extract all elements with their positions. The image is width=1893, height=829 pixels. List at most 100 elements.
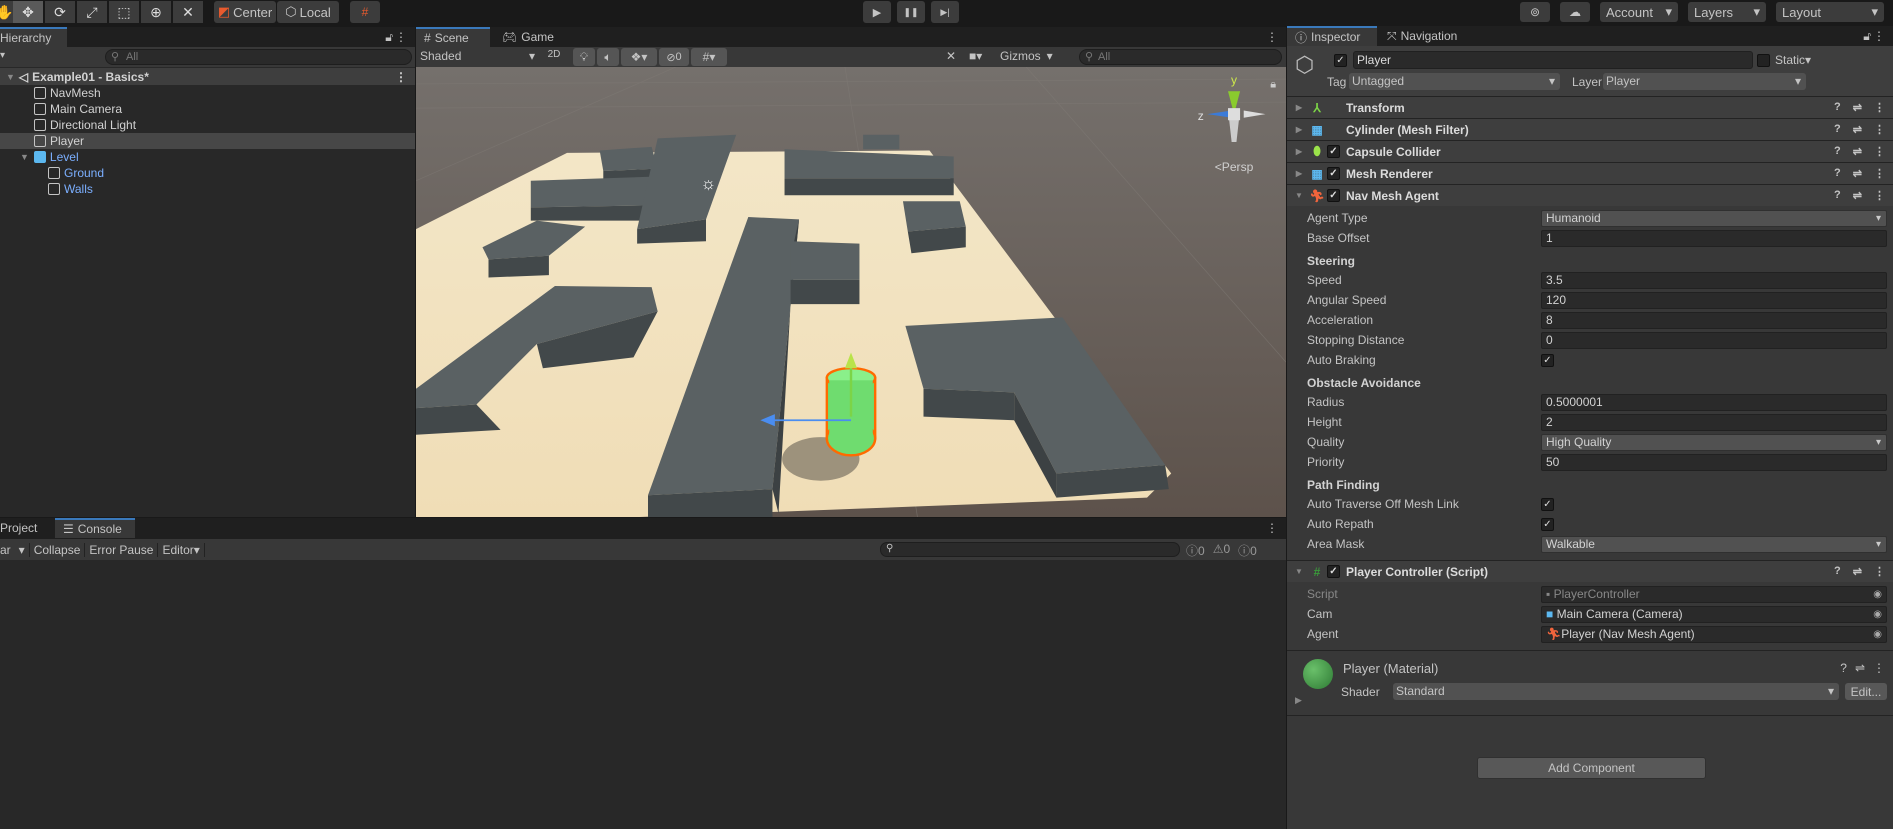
expand-arrow-icon[interactable]: ▶ bbox=[1295, 695, 1302, 706]
presets-icon[interactable]: ⇌ bbox=[1853, 145, 1862, 158]
help-icon[interactable]: ? bbox=[1834, 167, 1841, 180]
enabled-checkbox[interactable]: ✓ bbox=[1327, 565, 1340, 578]
tag-dropdown[interactable]: Untagged ▾ bbox=[1349, 73, 1560, 90]
gameobject-icon[interactable]: ⬡ bbox=[1295, 52, 1314, 78]
angular-speed-input[interactable]: 120 bbox=[1541, 291, 1887, 309]
expand-arrow-icon[interactable]: ▶ bbox=[1291, 125, 1307, 134]
lighting-icon[interactable]: 💡︎ bbox=[573, 48, 595, 66]
move-tool-icon[interactable]: ✥ bbox=[13, 1, 43, 23]
editor-dropdown[interactable]: Editor▾ bbox=[158, 542, 205, 557]
help-icon[interactable]: ? bbox=[1840, 661, 1847, 675]
base-offset-input[interactable]: 1 bbox=[1541, 229, 1887, 247]
more-icon[interactable]: ⋮ bbox=[1874, 101, 1885, 114]
add-component-button[interactable]: Add Component bbox=[1477, 757, 1706, 779]
more-icon[interactable]: ⋮ bbox=[1873, 29, 1885, 43]
rect-tool-icon[interactable]: ⬚ bbox=[109, 1, 139, 23]
play-button[interactable]: ▶ bbox=[863, 1, 891, 23]
pause-button[interactable]: ❚❚ bbox=[897, 1, 925, 23]
edit-shader-button[interactable]: Edit... bbox=[1845, 683, 1887, 700]
more-icon[interactable]: ⋮ bbox=[1874, 189, 1885, 202]
audio-icon[interactable]: 🔈︎ bbox=[597, 48, 619, 66]
grid-snap-icon[interactable]: # bbox=[350, 1, 380, 23]
help-icon[interactable]: ? bbox=[1834, 101, 1841, 114]
warning-toggle[interactable]: ⚠0 bbox=[1213, 542, 1230, 559]
acceleration-input[interactable]: 8 bbox=[1541, 311, 1887, 329]
hierarchy-item-level[interactable]: ▼ Level bbox=[0, 149, 415, 165]
enabled-checkbox[interactable]: ✓ bbox=[1327, 167, 1340, 180]
shading-dropdown[interactable]: Shaded ▾ bbox=[420, 49, 535, 63]
lock-icon[interactable]: 🔓︎ bbox=[1863, 29, 1871, 44]
component-transform[interactable]: ▶ ⅄ Transform? ⇌ ⋮ bbox=[1287, 96, 1893, 118]
tab-scene[interactable]: # Scene bbox=[416, 27, 490, 47]
presets-icon[interactable]: ⇌ bbox=[1855, 661, 1865, 675]
component-mesh-renderer[interactable]: ▶ ▦ ✓ Mesh Renderer? ⇌ ⋮ bbox=[1287, 162, 1893, 184]
presets-icon[interactable]: ⇌ bbox=[1853, 189, 1862, 202]
grid-dropdown[interactable]: #▾ bbox=[691, 48, 727, 66]
2d-toggle[interactable]: 2D bbox=[542, 49, 566, 60]
effects-dropdown[interactable]: ❖▾ bbox=[621, 48, 657, 66]
hierarchy-item-player[interactable]: Player bbox=[0, 133, 415, 149]
help-icon[interactable]: ? bbox=[1834, 189, 1841, 202]
auto-braking-checkbox[interactable]: ✓ bbox=[1541, 353, 1554, 367]
scene-search-input[interactable]: ⚲ All bbox=[1079, 49, 1282, 65]
hierarchy-item-navmesh[interactable]: NavMesh bbox=[0, 85, 415, 101]
cam-field[interactable]: ■ Main Camera (Camera) bbox=[1541, 605, 1887, 623]
projection-label[interactable]: <Persp bbox=[1215, 160, 1254, 174]
expand-arrow-icon[interactable]: ▼ bbox=[20, 152, 29, 162]
hierarchy-item-directional-light[interactable]: Directional Light bbox=[0, 117, 415, 133]
more-icon[interactable]: ⋮ bbox=[1873, 661, 1885, 675]
tab-inspector[interactable]: ⓘ Inspector bbox=[1287, 26, 1377, 46]
height-input[interactable]: 2 bbox=[1541, 413, 1887, 431]
enabled-checkbox[interactable]: ✓ bbox=[1327, 145, 1340, 158]
more-icon[interactable]: ⋮ bbox=[395, 70, 407, 84]
more-icon[interactable]: ⋮ bbox=[1266, 30, 1278, 44]
agent-type-dropdown[interactable]: Humanoid bbox=[1541, 209, 1887, 227]
auto-traverse-checkbox[interactable]: ✓ bbox=[1541, 497, 1554, 511]
component-mesh-filter[interactable]: ▶ ▦ Cylinder (Mesh Filter)? ⇌ ⋮ bbox=[1287, 118, 1893, 140]
tab-game[interactable]: 🎮︎ Game bbox=[494, 27, 562, 47]
shader-dropdown[interactable]: Standard ▾ bbox=[1393, 683, 1839, 700]
more-icon[interactable]: ⋮ bbox=[1874, 565, 1885, 578]
expand-arrow-icon[interactable]: ▼ bbox=[6, 72, 15, 82]
rotate-tool-icon[interactable]: ⟳ bbox=[45, 1, 75, 23]
more-icon[interactable]: ⋮ bbox=[1874, 167, 1885, 180]
object-name-input[interactable]: Player bbox=[1353, 51, 1753, 69]
log-toggle[interactable]: ⓘ0 bbox=[1186, 542, 1205, 559]
tab-project[interactable]: Project bbox=[0, 518, 45, 538]
scene-viewport[interactable]: ☼ y z <Persp 🔒︎ bbox=[416, 67, 1286, 517]
static-checkbox[interactable] bbox=[1757, 54, 1770, 67]
custom-tool-icon[interactable]: ✕ bbox=[173, 1, 203, 23]
pivot-center-button[interactable]: ◩ Center bbox=[214, 1, 276, 23]
area-mask-dropdown[interactable]: Walkable bbox=[1541, 535, 1887, 553]
component-player-controller[interactable]: ▼ # ✓ Player Controller (Script)? ⇌ ⋮ bbox=[1287, 560, 1893, 582]
static-dropdown[interactable]: Static▾ bbox=[1775, 53, 1811, 67]
layer-dropdown[interactable]: Player ▾ bbox=[1603, 73, 1806, 90]
account-dropdown[interactable]: Account ▾ bbox=[1600, 2, 1678, 22]
transform-tool-icon[interactable]: ⊕ bbox=[141, 1, 171, 23]
more-icon[interactable]: ⋮ bbox=[1266, 521, 1278, 535]
error-pause-button[interactable]: Error Pause bbox=[85, 542, 159, 557]
presets-icon[interactable]: ⇌ bbox=[1853, 101, 1862, 114]
component-capsule-collider[interactable]: ▶ ⬮ ✓ Capsule Collider? ⇌ ⋮ bbox=[1287, 140, 1893, 162]
hierarchy-item-main-camera[interactable]: Main Camera bbox=[0, 101, 415, 117]
radius-input[interactable]: 0.5000001 bbox=[1541, 393, 1887, 411]
help-icon[interactable]: ? bbox=[1834, 145, 1841, 158]
hierarchy-item-ground[interactable]: Ground bbox=[0, 165, 415, 181]
clear-button[interactable]: ar bbox=[0, 543, 15, 557]
camera-dropdown[interactable]: ■▾ bbox=[969, 49, 982, 63]
component-nav-mesh-agent[interactable]: ▼ 🏃︎ ✓ Nav Mesh Agent? ⇌ ⋮ bbox=[1287, 184, 1893, 206]
gizmos-dropdown[interactable]: Gizmos ▾ bbox=[1000, 49, 1053, 63]
clear-options-icon[interactable]: ▾ bbox=[15, 542, 30, 557]
create-dropdown-icon[interactable]: ▾ bbox=[0, 50, 5, 61]
expand-arrow-icon[interactable]: ▶ bbox=[1291, 147, 1307, 156]
tab-hierarchy[interactable]: Hierarchy bbox=[0, 27, 67, 47]
presets-icon[interactable]: ⇌ bbox=[1853, 565, 1862, 578]
more-icon[interactable]: ⋮ bbox=[395, 30, 407, 44]
tab-navigation[interactable]: ⤧ Navigation bbox=[1379, 26, 1465, 46]
hierarchy-item-walls[interactable]: Walls bbox=[0, 181, 415, 197]
tab-console[interactable]: ☰ Console bbox=[55, 518, 135, 538]
cloud-icon[interactable]: ☁ bbox=[1560, 2, 1590, 22]
presets-icon[interactable]: ⇌ bbox=[1853, 123, 1862, 136]
more-icon[interactable]: ⋮ bbox=[1874, 145, 1885, 158]
tools-icon[interactable]: ✕ bbox=[946, 49, 956, 63]
